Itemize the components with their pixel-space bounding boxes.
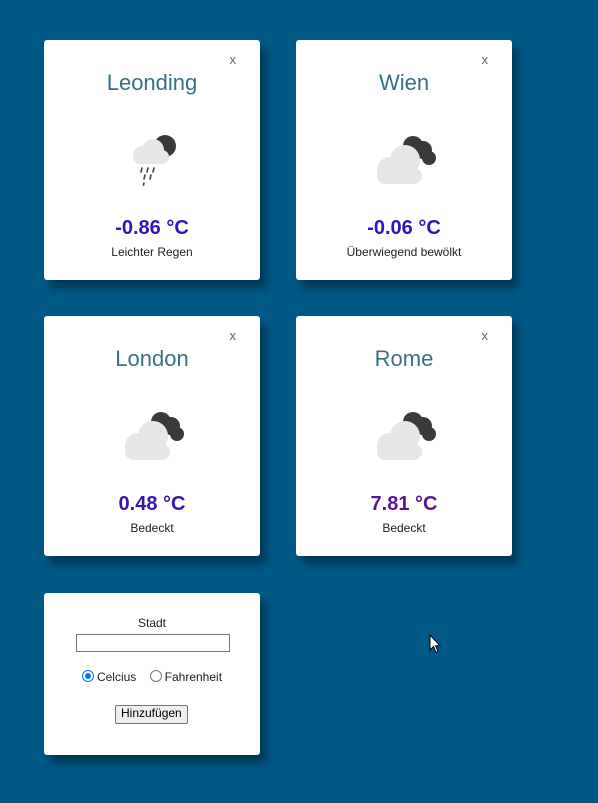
close-button[interactable]: x [230,328,237,343]
weather-card-leonding: x Leonding -0.86 °C Leichter Regen [44,40,260,280]
temperature: -0.06 °C [367,217,441,239]
temperature: -0.86 °C [115,217,189,239]
weather-description: Leichter Regen [111,245,193,259]
unit-selector: Celcius Fahrenheit [44,670,260,684]
fahrenheit-label[interactable]: Fahrenheit [165,670,222,684]
close-button[interactable]: x [482,52,489,67]
mouse-cursor-icon [429,634,441,654]
add-button[interactable]: Hinzufügen [115,705,188,724]
fahrenheit-radio[interactable] [149,670,162,682]
celsius-radio[interactable] [81,670,94,682]
temperature: 7.81 °C [370,493,438,515]
rain-night-icon [133,135,176,186]
city-name: Leonding [106,70,198,95]
weather-description: Bedeckt [130,521,174,535]
close-button[interactable]: x [230,52,237,67]
city-name: Rome [374,346,434,371]
weather-description: Bedeckt [382,521,426,535]
add-city-form: Stadt Celcius Fahrenheit Hinzufügen [44,593,260,755]
cloudy-night-icon [377,412,436,460]
celsius-label[interactable]: Celcius [97,670,136,684]
temperature: 0.48 °C [118,493,186,515]
weather-description: Überwiegend bewölkt [346,245,462,259]
weather-card-wien: x Wien -0.06 °C Überwiegend bewölkt [296,40,512,280]
weather-card-london: x London 0.48 °C Bedeckt [44,316,260,556]
city-name: London [115,346,189,371]
cloudy-night-icon [125,412,184,460]
weather-card-rome: x Rome 7.81 °C Bedeckt [296,316,512,556]
city-name: Wien [378,70,430,95]
cloudy-night-icon [377,136,436,184]
city-input[interactable] [76,634,230,652]
city-field-label: Stadt [137,616,167,630]
close-button[interactable]: x [482,328,489,343]
